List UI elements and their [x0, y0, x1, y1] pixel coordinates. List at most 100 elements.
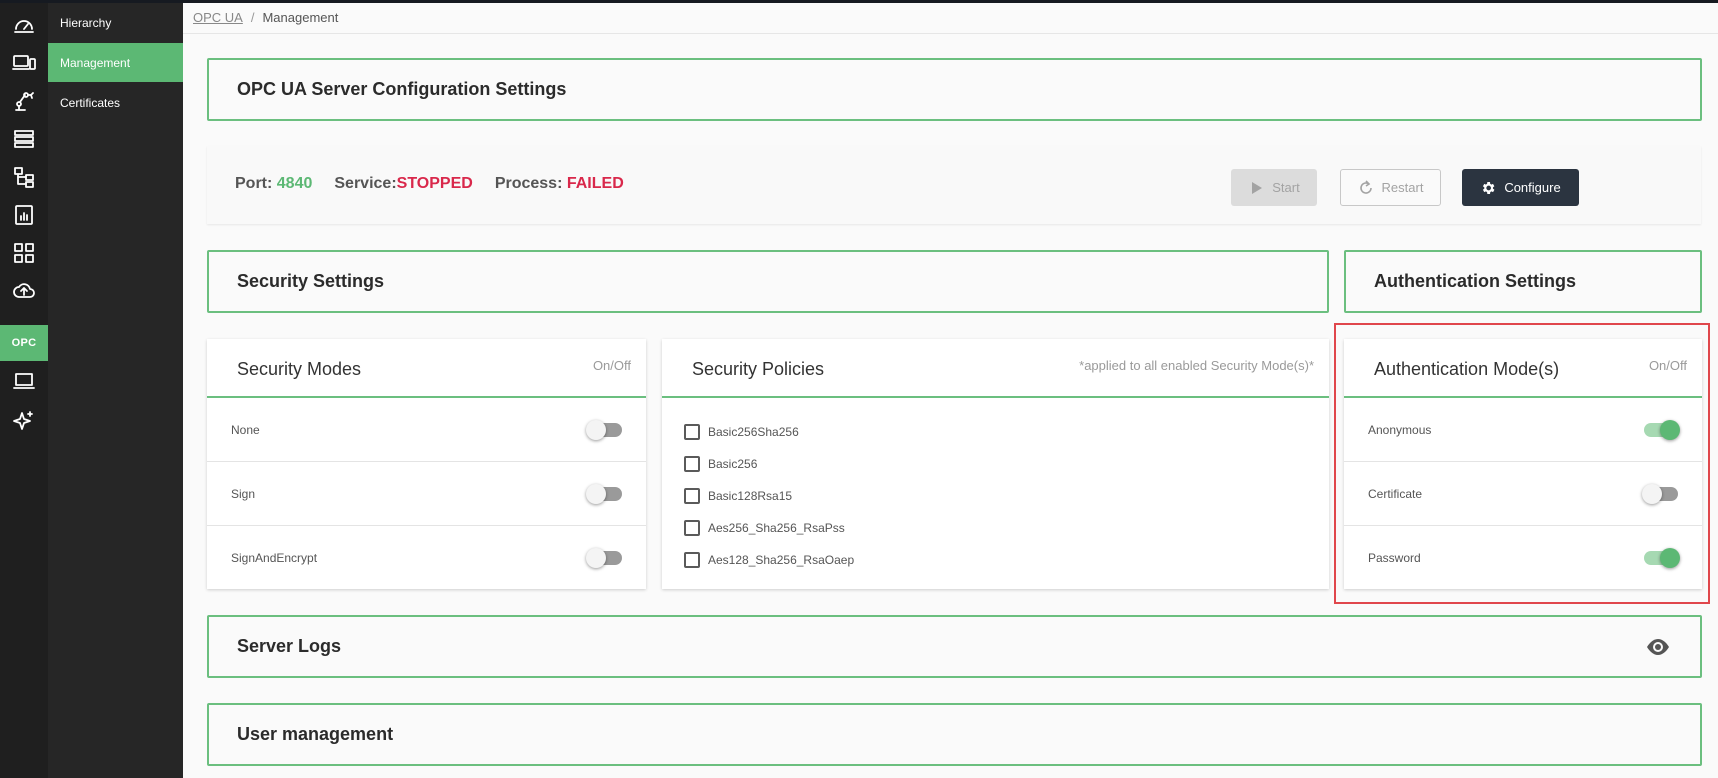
- auth-anonymous-toggle[interactable]: [1644, 419, 1680, 440]
- restart-icon: [1359, 179, 1372, 194]
- policy-label: Aes256_Sha256_RsaPss: [708, 521, 845, 535]
- breadcrumb-current: Management: [262, 10, 339, 25]
- breadcrumb-divider: [183, 33, 1718, 34]
- security-mode-row: None: [207, 398, 646, 462]
- server-logs-header[interactable]: Server Logs: [207, 615, 1702, 678]
- security-mode-label: Sign: [231, 486, 256, 501]
- policies-note: *applied to all enabled Security Mode(s)…: [1079, 358, 1314, 373]
- sidebar-item-hierarchy[interactable]: Hierarchy: [48, 3, 183, 42]
- security-modes-card: Security Modes On/Off None Sign SignAndE…: [207, 339, 646, 589]
- security-policies-card: Security Policies *applied to all enable…: [662, 339, 1329, 589]
- sidebar-item-management[interactable]: Management: [48, 43, 183, 82]
- robot-arm-icon[interactable]: [0, 83, 48, 119]
- section-title: Server Logs: [237, 636, 342, 656]
- configure-button-label: Configure: [1504, 180, 1561, 195]
- checkbox[interactable]: [684, 520, 700, 536]
- breadcrumb-link-opc-ua[interactable]: OPC UA: [193, 10, 243, 25]
- status-line: Port: 4840 Service:STOPPED Process: FAIL…: [235, 175, 624, 193]
- toggle-knob: [586, 483, 606, 504]
- auth-mode-label: Anonymous: [1368, 422, 1432, 437]
- policy-basic256[interactable]: Basic256: [684, 456, 757, 472]
- sparkle-icon[interactable]: [0, 403, 48, 439]
- toggle-knob: [1660, 548, 1680, 568]
- restart-button[interactable]: Restart: [1340, 169, 1441, 206]
- policy-label: Basic256Sha256: [708, 425, 799, 439]
- process-status: Process: FAILED: [495, 175, 624, 193]
- card-title: Security Modes: [237, 359, 362, 379]
- server-status-card: Port: 4840 Service:STOPPED Process: FAIL…: [207, 146, 1701, 224]
- security-mode-signandencrypt-toggle[interactable]: [586, 548, 622, 568]
- start-button-label: Start: [1272, 180, 1300, 195]
- policy-aes128-sha256-rsaoaep[interactable]: Aes128_Sha256_RsaOaep: [684, 552, 854, 568]
- section-title: User management: [237, 724, 394, 744]
- checkbox[interactable]: [684, 424, 700, 440]
- service-label: Service:: [334, 175, 397, 192]
- main-content: OPC UA / Management OPC UA Server Config…: [183, 3, 1718, 778]
- policy-aes256-sha256-rsapss[interactable]: Aes256_Sha256_RsaPss: [684, 520, 845, 536]
- toggle-knob: [586, 548, 606, 568]
- opc-label: OPC: [11, 337, 37, 349]
- card-divider: [662, 396, 1329, 398]
- chart-icon[interactable]: [0, 197, 48, 233]
- sidebar-item-label: Management: [60, 55, 131, 70]
- service-status: Service:STOPPED: [334, 175, 472, 193]
- start-button[interactable]: Start: [1231, 169, 1317, 206]
- auth-mode-label: Certificate: [1368, 486, 1423, 501]
- configure-button[interactable]: Configure: [1462, 169, 1579, 206]
- authentication-settings-header: Authentication Settings: [1344, 250, 1702, 313]
- security-mode-label: None: [231, 422, 260, 437]
- icon-rail: OPC: [0, 3, 48, 778]
- play-icon: [1252, 181, 1263, 194]
- devices-icon[interactable]: [0, 45, 48, 81]
- gear-icon: [1483, 181, 1495, 194]
- restart-button-label: Restart: [1381, 180, 1424, 195]
- storage-list-icon[interactable]: [0, 121, 48, 157]
- security-mode-row: Sign: [207, 462, 646, 526]
- policy-basic128rsa15[interactable]: Basic128Rsa15: [684, 488, 792, 504]
- port-status: Port: 4840: [235, 175, 312, 193]
- on-off-label: On/Off: [1648, 358, 1687, 373]
- checkbox[interactable]: [684, 488, 700, 504]
- sub-sidebar: Hierarchy Management Certificates: [48, 3, 183, 778]
- cloud-upload-icon[interactable]: [0, 273, 48, 309]
- security-mode-sign-toggle[interactable]: [586, 483, 622, 504]
- security-mode-row: SignAndEncrypt: [207, 526, 646, 590]
- dashboard-icon[interactable]: [0, 7, 48, 43]
- auth-mode-row: Certificate: [1344, 462, 1702, 526]
- auth-mode-label: Password: [1368, 551, 1421, 565]
- server-config-header: OPC UA Server Configuration Settings: [207, 58, 1702, 121]
- security-mode-none-toggle[interactable]: [586, 419, 622, 440]
- laptop-icon[interactable]: [0, 363, 48, 399]
- auth-certificate-toggle[interactable]: [1642, 483, 1678, 504]
- apps-grid-icon[interactable]: [0, 235, 48, 271]
- section-title: Security Settings: [237, 271, 385, 291]
- eye-icon[interactable]: [1646, 637, 1670, 657]
- hierarchy-tree-icon[interactable]: [0, 159, 48, 195]
- on-off-label: On/Off: [592, 358, 631, 373]
- security-settings-header: Security Settings: [207, 250, 1329, 313]
- sidebar-item-certificates[interactable]: Certificates: [48, 83, 183, 122]
- port-value: 4840: [276, 175, 313, 192]
- service-value: STOPPED: [396, 175, 473, 192]
- policy-label: Basic128Rsa15: [708, 489, 793, 503]
- checkbox[interactable]: [684, 456, 700, 472]
- user-management-header[interactable]: User management: [207, 703, 1702, 766]
- opc-icon[interactable]: OPC: [0, 325, 48, 361]
- toggle-knob: [1660, 419, 1680, 440]
- card-title: Security Policies: [692, 359, 825, 379]
- breadcrumb: OPC UA / Management: [193, 10, 338, 25]
- policy-basic256sha256[interactable]: Basic256Sha256: [684, 424, 799, 440]
- section-title: Authentication Settings: [1374, 271, 1576, 291]
- process-value: FAILED: [566, 175, 624, 192]
- auth-password-toggle[interactable]: [1644, 548, 1680, 568]
- policy-label: Basic256: [708, 457, 758, 471]
- toggle-knob: [1642, 483, 1662, 504]
- sidebar-item-label: Hierarchy: [60, 15, 112, 30]
- policy-label: Aes128_Sha256_RsaOaep: [708, 553, 855, 567]
- security-mode-label: SignAndEncrypt: [231, 551, 318, 565]
- port-label: Port:: [235, 175, 273, 192]
- process-label: Process:: [494, 175, 563, 192]
- checkbox[interactable]: [684, 552, 700, 568]
- breadcrumb-separator: /: [250, 10, 255, 25]
- auth-mode-row: Password: [1344, 526, 1702, 590]
